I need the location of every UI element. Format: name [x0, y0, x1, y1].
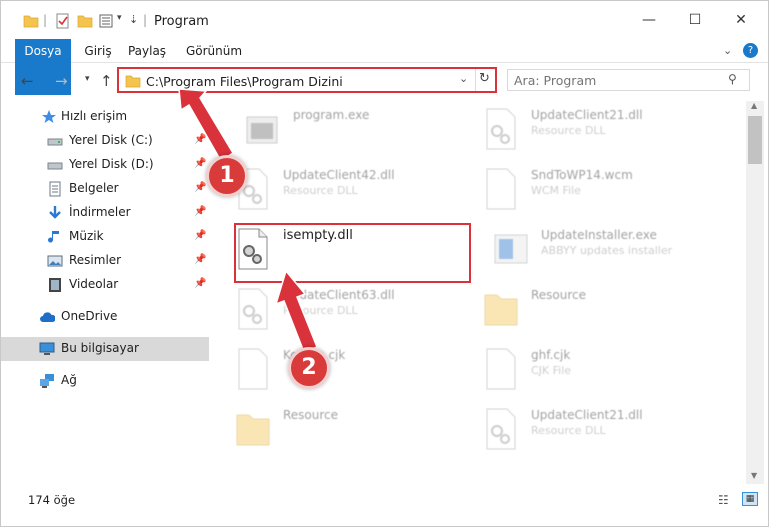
- pin-icon[interactable]: 📌: [194, 182, 206, 193]
- customize-qa-icon[interactable]: ▾: [117, 13, 122, 31]
- ribbon-tabs: Dosya Giriş Paylaş Görünüm ⌄ ?: [1, 39, 768, 95]
- folder-icon[interactable]: [23, 13, 39, 31]
- network-icon: [40, 374, 54, 388]
- file-item[interactable]: UpdateClient63.dll Resource DLL: [211, 281, 451, 337]
- file-icon: [486, 168, 516, 210]
- back-button[interactable]: ←: [21, 72, 34, 90]
- forward-button[interactable]: →: [55, 72, 68, 90]
- pin-icon[interactable]: 📌: [194, 278, 206, 289]
- folder-icon: [484, 294, 518, 326]
- address-dropdown-icon[interactable]: ⌄: [459, 72, 468, 85]
- file-item[interactable]: UpdateClient21.dll Resource DLL: [459, 401, 699, 457]
- file-item[interactable]: UpdateInstaller.exe ABBYY updates instal…: [469, 221, 709, 277]
- documents-icon: [49, 181, 61, 197]
- step-badge-2: 2: [288, 347, 330, 389]
- pin-icon[interactable]: 📌: [194, 134, 206, 145]
- download-icon: [49, 206, 61, 219]
- star-icon: [42, 110, 56, 123]
- file-item[interactable]: Resource: [459, 281, 699, 337]
- nav-item-disk-d[interactable]: Yerel Disk (D:) 📌: [1, 153, 209, 177]
- file-item[interactable]: UpdateClient21.dll Resource DLL: [459, 101, 699, 157]
- file-item[interactable]: ghf.cjk CJK File: [459, 341, 699, 397]
- pin-icon[interactable]: 📌: [194, 230, 206, 241]
- tab-home[interactable]: Giriş: [79, 39, 117, 63]
- address-bar[interactable]: C:\Program Files\Program Dizini ⌄ ↻: [117, 67, 497, 93]
- nav-item-pictures[interactable]: Resimler 📌: [1, 249, 209, 273]
- step-badge-1: 1: [206, 155, 248, 197]
- file-item[interactable]: SndToWP14.wcm WCM File: [459, 161, 699, 217]
- maximize-icon: ☐: [688, 12, 702, 28]
- pictures-icon: [47, 255, 63, 267]
- recent-locations-icon[interactable]: ▾: [85, 74, 90, 84]
- tab-share[interactable]: Paylaş: [122, 39, 172, 63]
- nav-item-quick-access[interactable]: Hızlı erişim: [1, 105, 209, 129]
- file-item[interactable]: Korean.cjk: [211, 341, 451, 397]
- close-icon: ✕: [735, 12, 747, 28]
- folder-icon: [125, 75, 141, 88]
- search-input[interactable]: [514, 72, 724, 89]
- videos-icon: [49, 278, 61, 292]
- minimize-icon: —: [642, 12, 656, 28]
- dll-icon: [486, 108, 516, 150]
- status-bar: 174 öğe ☷ ▦: [1, 488, 768, 526]
- ribbon-expand-icon[interactable]: ⌄: [723, 44, 732, 57]
- file-icon: [486, 348, 516, 390]
- tab-view[interactable]: Görünüm: [181, 39, 247, 63]
- nav-item-videos[interactable]: Videolar 📌: [1, 273, 209, 297]
- folder-icon: [236, 414, 270, 446]
- nav-item-documents[interactable]: Belgeler 📌: [1, 177, 209, 201]
- file-item[interactable]: program.exe: [221, 101, 461, 157]
- scroll-down-icon[interactable]: ▼: [751, 471, 757, 480]
- pin-icon[interactable]: 📌: [194, 254, 206, 265]
- address-path[interactable]: C:\Program Files\Program Dizini: [146, 74, 343, 89]
- drive-icon: [47, 162, 63, 170]
- nav-item-network[interactable]: Ağ: [1, 369, 209, 393]
- new-folder-icon[interactable]: [77, 13, 93, 31]
- dll-icon: [238, 288, 268, 330]
- search-box[interactable]: ⚲: [507, 69, 750, 91]
- computer-icon: [39, 342, 55, 355]
- view-details-icon[interactable]: [99, 13, 115, 31]
- exe-icon: [246, 116, 278, 144]
- nav-item-music[interactable]: Müzik 📌: [1, 225, 209, 249]
- up-button[interactable]: ↑: [100, 72, 113, 90]
- drive-icon: [47, 138, 63, 146]
- scroll-thumb[interactable]: [748, 116, 762, 164]
- nav-item-onedrive[interactable]: OneDrive: [1, 305, 209, 329]
- cloud-icon: [40, 312, 55, 322]
- nav-item-disk-c[interactable]: Yerel Disk (C:) 📌: [1, 129, 209, 153]
- music-icon: [48, 231, 59, 243]
- scroll-up-icon[interactable]: ▲: [751, 101, 757, 110]
- minimize-button[interactable]: —: [626, 1, 672, 39]
- nav-item-downloads[interactable]: İndirmeler 📌: [1, 201, 209, 225]
- pin-icon[interactable]: 📌: [194, 206, 206, 217]
- item-count: 174 öğe: [28, 493, 76, 507]
- file-list: program.exe UpdateClient21.dll Resource …: [211, 101, 746, 484]
- title-bar: | ▾ ⇣ | Program — ☐ ✕: [1, 1, 768, 39]
- vertical-scrollbar[interactable]: ▲ ▼: [746, 101, 764, 484]
- details-view-icon[interactable]: ☷: [718, 493, 729, 507]
- address-row: ← → ▾ ↑ C:\Program Files\Program Dizini …: [1, 64, 768, 98]
- nav-item-this-pc[interactable]: Bu bilgisayar: [1, 337, 209, 361]
- highlight-rectangle: [234, 223, 471, 283]
- navigation-pane: Hızlı erişim Yerel Disk (C:) 📌 Yerel Dis…: [1, 101, 211, 484]
- file-item[interactable]: Resource: [211, 401, 451, 457]
- installer-icon: [494, 234, 528, 264]
- refresh-icon[interactable]: ↻: [479, 71, 490, 86]
- properties-icon[interactable]: [55, 13, 71, 31]
- search-icon[interactable]: ⚲: [728, 72, 737, 86]
- help-icon[interactable]: ?: [743, 43, 758, 58]
- pin-icon[interactable]: 📌: [194, 158, 206, 169]
- maximize-button[interactable]: ☐: [672, 1, 718, 39]
- large-icons-view-icon[interactable]: ▦: [742, 492, 758, 506]
- qa-dropdown-icon[interactable]: ⇣: [129, 13, 138, 31]
- close-button[interactable]: ✕: [718, 1, 764, 39]
- file-icon: [238, 348, 268, 390]
- window-title: Program: [154, 14, 209, 29]
- dll-icon: [486, 408, 516, 450]
- explorer-window: | ▾ ⇣ | Program — ☐ ✕ Dosya Giriş Paylaş…: [0, 0, 769, 527]
